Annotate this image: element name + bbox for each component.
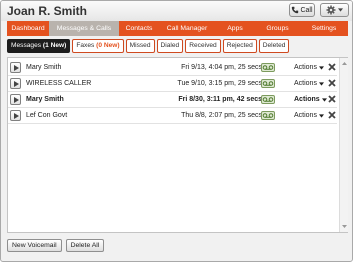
subtab-faxes[interactable]: Faxes (0 New) [72, 39, 124, 53]
actions-dropdown[interactable]: Actions [294, 80, 324, 87]
user-name: Joan R. Smith [7, 4, 88, 18]
play-button[interactable] [10, 62, 21, 73]
tab-contacts[interactable]: Contacts [119, 21, 159, 36]
tab-call-manager[interactable]: Call Manager [159, 21, 215, 36]
voicemail-row[interactable]: Lef Con Govt Thu 8/8, 2:07 pm, 25 secs A… [8, 108, 337, 124]
play-button[interactable] [10, 78, 21, 89]
actions-dropdown[interactable]: Actions [294, 64, 324, 71]
caller-name: Mary Smith [26, 64, 62, 71]
tab-messages-calls[interactable]: Messages & Calls [49, 21, 119, 36]
voicemail-row-unread[interactable]: Mary Smith Fri 8/30, 3:11 pm, 42 secs Ac… [8, 92, 337, 108]
tab-settings[interactable]: Settings [300, 21, 348, 36]
actions-label: Actions [294, 80, 317, 87]
scroll-up-icon[interactable] [341, 60, 348, 67]
chevron-down-icon [318, 81, 324, 86]
play-icon [14, 113, 19, 119]
tab-dashboard[interactable]: Dashboard [7, 21, 49, 36]
footer-actions: New Voicemail Delete All [7, 239, 105, 253]
voicemail-row[interactable]: WIRELESS CALLER Tue 9/10, 3:15 pm, 29 se… [8, 76, 337, 92]
message-meta: Tue 9/10, 3:15 pm, 29 secs [177, 80, 262, 87]
subtab-messages-count: (1 New) [42, 42, 67, 49]
delete-icon[interactable] [328, 95, 336, 103]
settings-menu-button[interactable] [320, 3, 349, 17]
play-icon [14, 97, 19, 103]
chevron-down-icon [318, 65, 324, 70]
actions-dropdown[interactable]: Actions [294, 112, 324, 119]
subtab-rejected[interactable]: Rejected [222, 39, 257, 53]
actions-dropdown[interactable]: Actions [294, 96, 327, 103]
delete-icon[interactable] [328, 63, 336, 71]
actions-label: Actions [294, 112, 317, 119]
delete-icon[interactable] [328, 79, 336, 87]
message-meta: Thu 8/8, 2:07 pm, 25 secs [181, 112, 262, 119]
phone-icon [292, 6, 299, 14]
scroll-down-icon[interactable] [341, 223, 348, 230]
list-scrollbar[interactable] [339, 58, 348, 232]
caller-name: Lef Con Govt [26, 112, 68, 119]
chevron-down-icon [338, 8, 343, 12]
subtab-faxes-count: (0 New) [96, 42, 120, 49]
new-voicemail-button[interactable]: New Voicemail [7, 239, 62, 252]
voicemail-row[interactable]: Mary Smith Fri 9/13, 4:04 pm, 25 secs Ac… [8, 60, 337, 76]
subtab-missed[interactable]: Missed [125, 39, 155, 53]
voicemail-icon [261, 79, 275, 88]
call-label: Call [300, 6, 313, 14]
voicemail-icon [261, 111, 275, 120]
delete-icon[interactable] [328, 111, 336, 119]
delete-all-button[interactable]: Delete All [65, 239, 105, 252]
chevron-down-icon [321, 97, 327, 102]
chevron-down-icon [318, 113, 324, 118]
play-button[interactable] [10, 94, 21, 105]
play-icon [14, 81, 19, 87]
message-meta: Fri 9/13, 4:04 pm, 25 secs [181, 64, 262, 71]
call-button[interactable]: Call [289, 3, 315, 17]
caller-name: Mary Smith [26, 96, 64, 103]
header-bar: Joan R. Smith Call [1, 1, 352, 21]
subtab-messages[interactable]: Messages (1 New) [7, 39, 71, 53]
subtab-faxes-label: Faxes [76, 42, 95, 49]
play-button[interactable] [10, 110, 21, 121]
main-nav: Dashboard Messages & Calls Contacts Call… [7, 21, 348, 36]
tab-groups[interactable]: Groups [255, 21, 300, 36]
subtab-messages-label: Messages [11, 42, 42, 49]
subtab-received[interactable]: Received [185, 39, 221, 53]
app-window: Joan R. Smith Call Dashboard Messages & … [0, 0, 353, 262]
actions-label: Actions [294, 64, 317, 71]
subtab-dialed[interactable]: Dialed [156, 39, 184, 53]
voicemail-icon [261, 95, 275, 104]
subtab-deleted[interactable]: Deleted [258, 39, 290, 53]
message-subtabs: Messages (1 New) Faxes (0 New) Missed Di… [7, 39, 290, 53]
message-meta: Fri 8/30, 3:11 pm, 42 secs [178, 96, 262, 103]
tab-apps[interactable]: Apps [215, 21, 255, 36]
caller-name: WIRELESS CALLER [26, 80, 92, 87]
gear-icon [326, 5, 336, 15]
play-icon [14, 65, 19, 71]
actions-label: Actions [294, 96, 320, 103]
voicemail-icon [261, 63, 275, 72]
voicemail-list: Mary Smith Fri 9/13, 4:04 pm, 25 secs Ac… [7, 57, 348, 233]
